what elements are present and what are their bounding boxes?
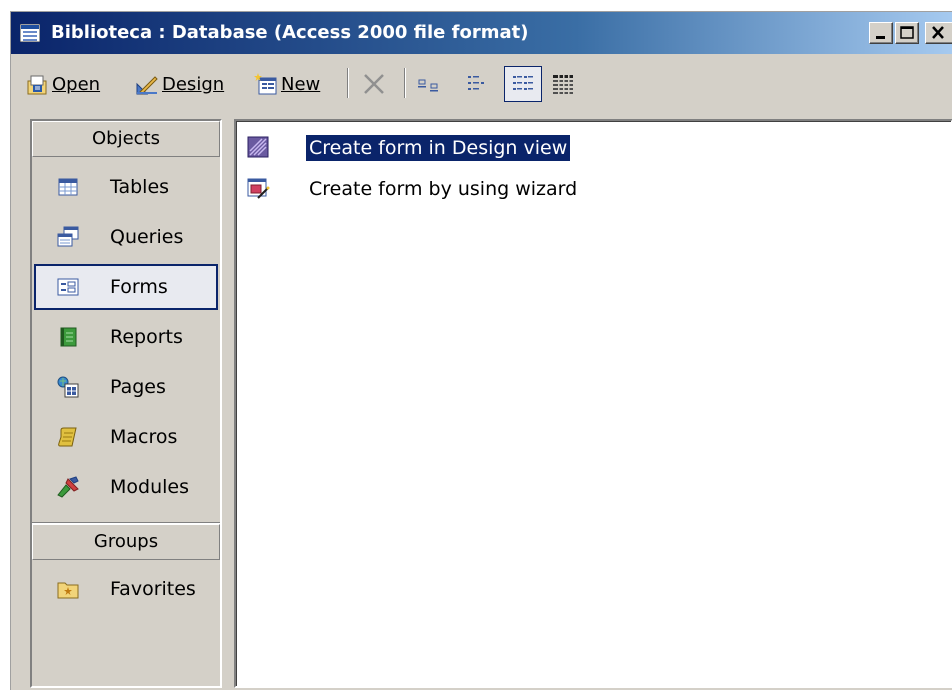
sidebar-item-label: Modules [110, 476, 189, 498]
title-bar[interactable]: Biblioteca : Database (Access 2000 file … [11, 12, 952, 54]
open-icon [27, 75, 47, 95]
maximize-button[interactable] [895, 22, 919, 44]
objects-header[interactable]: Objects [32, 121, 220, 157]
list-view-icon [513, 76, 533, 90]
delete-icon [364, 74, 384, 94]
close-button[interactable] [925, 22, 952, 44]
delete-button[interactable] [362, 70, 389, 98]
sidebar-item-tables[interactable]: Tables [34, 164, 218, 210]
design-icon [136, 76, 158, 95]
minimize-icon [876, 36, 885, 39]
sidebar-item-pages[interactable]: Pages [34, 364, 218, 410]
design-button[interactable]: Design [135, 70, 224, 98]
object-list: Create form in Design view Create form b… [234, 119, 952, 688]
groups-header[interactable]: Groups [32, 524, 220, 560]
design-label: Design [162, 73, 225, 95]
minimize-button[interactable] [869, 22, 893, 44]
database-window: Biblioteca : Database (Access 2000 file … [10, 11, 952, 690]
close-icon [932, 26, 944, 39]
query-icon [57, 226, 79, 247]
design-view-icon [247, 136, 269, 158]
sidebar-item-label: Tables [110, 176, 170, 198]
small-icons-icon [468, 76, 484, 90]
small-icons-button[interactable] [465, 70, 492, 98]
sidebar-item-label: Pages [110, 376, 166, 398]
large-icons-icon [418, 79, 438, 92]
sidebar-item-favorites[interactable]: Favorites [34, 566, 218, 612]
sidebar-item-label: Queries [110, 226, 184, 248]
toolbar: Open Design New [11, 54, 952, 110]
sidebar-item-label: Favorites [110, 578, 196, 600]
details-button[interactable] [551, 70, 578, 98]
list-item-label: Create form in Design view [304, 134, 572, 162]
maximize-icon [900, 26, 914, 39]
list-item-label: Create form by using wizard [309, 178, 578, 200]
new-form-icon [254, 73, 277, 95]
table-icon [58, 178, 78, 196]
new-label: New [281, 73, 321, 95]
details-icon [553, 75, 573, 94]
sidebar-item-label: Reports [110, 326, 183, 348]
sidebar-item-modules[interactable]: Modules [34, 464, 218, 510]
sidebar-item-macros[interactable]: Macros [34, 414, 218, 460]
form-icon [57, 278, 79, 296]
large-icons-button[interactable] [416, 70, 443, 98]
wizard-icon [247, 178, 270, 199]
sidebar-item-label: Forms [110, 276, 168, 298]
sidebar-item-forms[interactable]: Forms [34, 264, 218, 310]
toolbar-separator [404, 68, 406, 98]
new-button[interactable]: New [254, 70, 320, 98]
favorites-folder-icon [57, 582, 79, 599]
database-icon [20, 24, 40, 42]
objects-bar: Objects Tables Queries Forms Reports Pag… [30, 119, 222, 688]
module-icon [57, 476, 79, 498]
macro-icon [58, 427, 77, 447]
open-button[interactable]: Open [25, 70, 100, 98]
report-icon [60, 327, 77, 347]
window-title: Biblioteca : Database (Access 2000 file … [51, 22, 529, 43]
page-icon [57, 376, 79, 398]
toolbar-separator [347, 68, 349, 98]
sidebar-item-queries[interactable]: Queries [34, 214, 218, 260]
sidebar-item-label: Macros [110, 426, 178, 448]
open-label: Open [52, 73, 101, 95]
sidebar-item-reports[interactable]: Reports [34, 314, 218, 360]
list-view-button[interactable] [504, 66, 542, 102]
